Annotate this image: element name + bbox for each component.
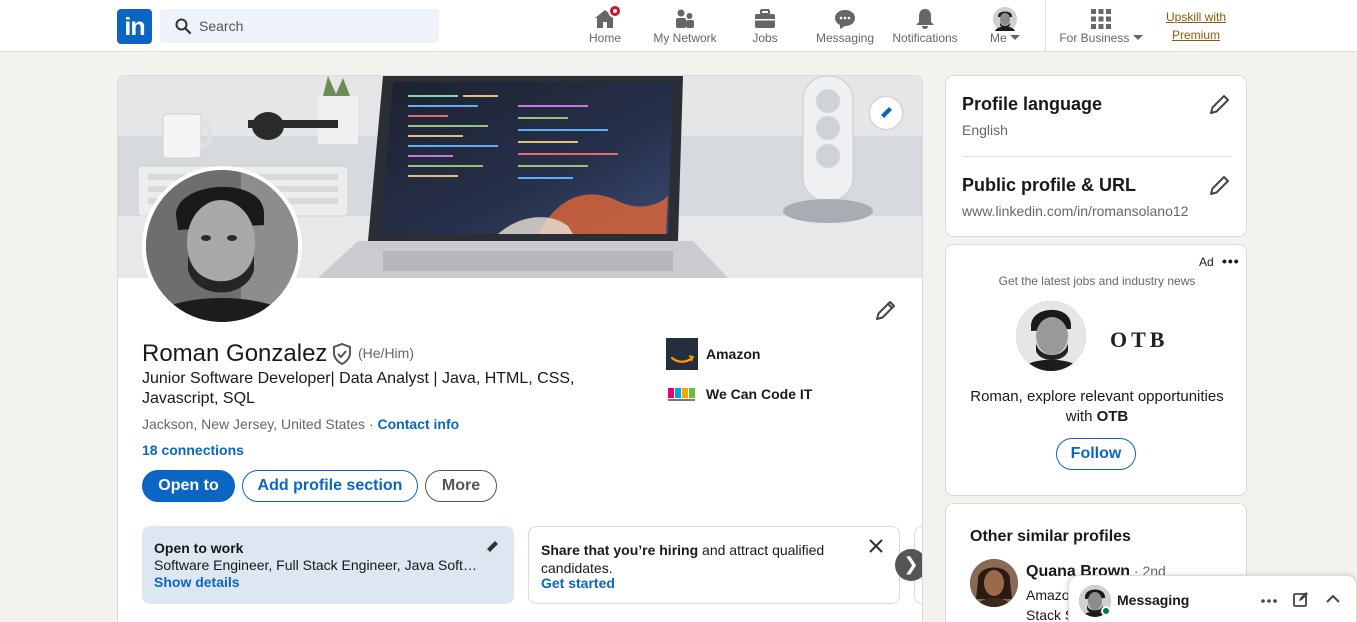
profile-language-title: Profile language bbox=[962, 94, 1103, 114]
grid-apps-icon bbox=[1091, 9, 1111, 29]
messaging-overlay[interactable]: Messaging bbox=[1068, 575, 1357, 622]
search-icon bbox=[175, 18, 191, 34]
ad-user-avatar-image bbox=[1016, 301, 1086, 371]
edit-banner-button[interactable] bbox=[870, 97, 902, 129]
premium-line-2: Premium bbox=[1171, 28, 1220, 42]
pencil-icon[interactable] bbox=[1208, 92, 1232, 116]
nav-for-business[interactable]: For Business bbox=[1053, 0, 1149, 52]
linkedin-logo[interactable]: in bbox=[117, 9, 152, 44]
notification-badge bbox=[608, 4, 622, 18]
similar-person-photo bbox=[970, 559, 1018, 607]
we-can-code-it-logo-icon bbox=[666, 378, 698, 410]
premium-line-1: Upskill with bbox=[1165, 10, 1226, 24]
profile-settings-card: Profile language English Public profile … bbox=[945, 75, 1247, 237]
chat-bubble-icon bbox=[835, 10, 855, 29]
pencil-icon[interactable] bbox=[1208, 173, 1232, 197]
caret-down-icon bbox=[1010, 35, 1020, 40]
nav-home[interactable]: Home bbox=[575, 0, 635, 52]
public-profile-title: Public profile & URL bbox=[962, 175, 1137, 195]
more-options-icon[interactable]: ••• bbox=[1222, 253, 1240, 269]
edit-intro-button[interactable] bbox=[874, 298, 898, 327]
nav-my-network-label: My Network bbox=[653, 31, 717, 45]
location-separator: · bbox=[365, 416, 378, 432]
contact-info-link[interactable]: Contact info bbox=[378, 416, 460, 432]
company-name: We Can Code IT bbox=[706, 386, 813, 402]
hiring-card[interactable]: Share that you’re hiring and attract qua… bbox=[528, 526, 900, 604]
get-started-link[interactable]: Get started bbox=[541, 575, 615, 591]
top-nav: in Home My Network Jobs Messaging Notifi… bbox=[0, 0, 1357, 52]
ad-copy-brand: OTB bbox=[1096, 408, 1129, 425]
ad-brand-logo: OTB bbox=[1110, 327, 1169, 352]
search-input[interactable] bbox=[199, 9, 429, 43]
profile-name: Roman Gonzalez bbox=[142, 340, 328, 367]
similar-profiles-title: Other similar profiles bbox=[970, 528, 1131, 545]
ad-user-avatar bbox=[1016, 301, 1086, 371]
more-options-icon[interactable] bbox=[1261, 598, 1277, 604]
pencil-icon bbox=[880, 107, 892, 119]
open-to-work-card[interactable]: Open to work Software Engineer, Full Sta… bbox=[142, 526, 514, 604]
ad-tagline: Get the latest jobs and industry news bbox=[998, 274, 1196, 288]
profile-photo-image bbox=[146, 170, 298, 322]
ad-copy: Roman, explore relevant opportunities wi… bbox=[962, 387, 1232, 427]
pencil-icon[interactable] bbox=[484, 539, 500, 555]
profile-location-row: Jackson, New Jersey, United States · Con… bbox=[142, 416, 459, 432]
hiring-text-bold: Share that you’re hiring bbox=[541, 542, 699, 558]
nav-messaging[interactable]: Messaging bbox=[810, 0, 880, 52]
nav-for-business-label: For Business bbox=[1053, 31, 1149, 45]
public-profile-url: www.linkedin.com/in/romansolano12 bbox=[962, 203, 1189, 219]
connections-link[interactable]: 18 connections bbox=[142, 442, 244, 458]
avatar[interactable] bbox=[970, 559, 1018, 607]
nav-divider bbox=[1045, 0, 1046, 52]
chevron-up-icon[interactable] bbox=[1325, 594, 1341, 604]
compose-icon[interactable] bbox=[1293, 591, 1309, 607]
profile-headline: Junior Software Developer| Data Analyst … bbox=[142, 370, 575, 407]
online-status-dot bbox=[1101, 606, 1111, 616]
open-to-work-roles: Software Engineer, Full Stack Engineer, … bbox=[154, 557, 484, 573]
profile-pronouns: (He/Him) bbox=[358, 345, 414, 361]
follow-button[interactable]: Follow bbox=[1056, 438, 1136, 470]
nav-me[interactable]: Me bbox=[982, 0, 1028, 52]
nav-messaging-label: Messaging bbox=[815, 31, 875, 45]
network-icon bbox=[676, 9, 694, 28]
close-icon[interactable] bbox=[869, 539, 883, 553]
nav-my-network[interactable]: My Network bbox=[646, 0, 724, 52]
nav-home-label: Home bbox=[588, 31, 621, 45]
profile-photo[interactable] bbox=[142, 166, 302, 326]
open-to-work-title: Open to work bbox=[154, 540, 244, 556]
messaging-label: Messaging bbox=[1117, 592, 1190, 608]
divider bbox=[962, 156, 1232, 157]
amazon-logo-icon bbox=[666, 338, 698, 370]
profile-location: Jackson, New Jersey, United States bbox=[142, 416, 366, 432]
ad-label: Ad bbox=[1199, 255, 1214, 269]
show-details-link[interactable]: Show details bbox=[154, 574, 240, 590]
company-name: Amazon bbox=[706, 346, 761, 362]
nav-notifications-label: Notifications bbox=[892, 31, 958, 45]
bell-icon bbox=[916, 9, 934, 29]
briefcase-icon bbox=[755, 9, 775, 28]
premium-upsell-link[interactable]: Upskill with Premium bbox=[1155, 8, 1237, 44]
more-button[interactable]: More bbox=[425, 470, 497, 502]
pencil-icon bbox=[876, 301, 895, 320]
profile-card: Roman Gonzalez (He/Him) Junior Software … bbox=[117, 75, 923, 622]
nav-notifications[interactable]: Notifications bbox=[885, 0, 965, 52]
user-avatar-icon bbox=[993, 7, 1017, 31]
verified-shield-icon[interactable] bbox=[332, 343, 352, 365]
ad-card: Ad ••• Get the latest jobs and industry … bbox=[945, 244, 1247, 496]
hiring-text: Share that you’re hiring and attract qua… bbox=[541, 541, 861, 577]
nav-me-label: Me bbox=[982, 31, 1028, 45]
search-bar[interactable] bbox=[160, 9, 439, 43]
caret-down-icon bbox=[1132, 35, 1143, 40]
open-to-button[interactable]: Open to bbox=[142, 470, 235, 502]
nav-jobs[interactable]: Jobs bbox=[736, 0, 794, 52]
profile-language-value: English bbox=[962, 122, 1008, 138]
carousel-next-button[interactable]: ❯ bbox=[895, 549, 922, 581]
nav-jobs-label: Jobs bbox=[752, 31, 778, 45]
add-profile-section-button[interactable]: Add profile section bbox=[242, 470, 418, 502]
chevron-right-icon: ❯ bbox=[903, 554, 919, 574]
